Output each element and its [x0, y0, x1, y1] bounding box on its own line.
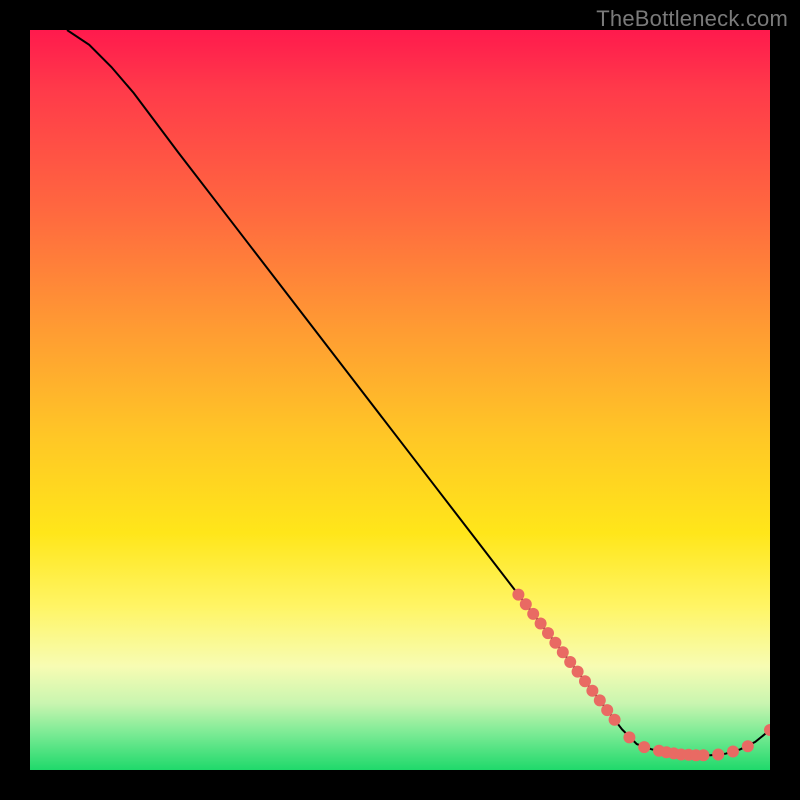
marker-point — [712, 749, 724, 761]
marker-point — [535, 618, 547, 630]
marker-point — [557, 646, 569, 658]
marker-point — [579, 675, 591, 687]
marker-group — [512, 589, 770, 762]
marker-point — [586, 685, 598, 697]
marker-point — [601, 704, 613, 716]
marker-point — [742, 740, 754, 752]
marker-point — [527, 608, 539, 620]
marker-point — [564, 656, 576, 668]
marker-point — [572, 666, 584, 678]
marker-point — [512, 589, 524, 601]
bottleneck-curve — [67, 30, 770, 755]
marker-point — [520, 598, 532, 610]
marker-point — [609, 714, 621, 726]
chart-svg — [30, 30, 770, 770]
marker-point — [623, 731, 635, 743]
plot-area — [30, 30, 770, 770]
marker-point — [549, 637, 561, 649]
chart-frame: TheBottleneck.com — [0, 0, 800, 800]
marker-point — [638, 741, 650, 753]
marker-point — [697, 749, 709, 761]
marker-point — [727, 746, 739, 758]
marker-point — [542, 627, 554, 639]
watermark-label: TheBottleneck.com — [596, 6, 788, 32]
marker-point — [594, 694, 606, 706]
